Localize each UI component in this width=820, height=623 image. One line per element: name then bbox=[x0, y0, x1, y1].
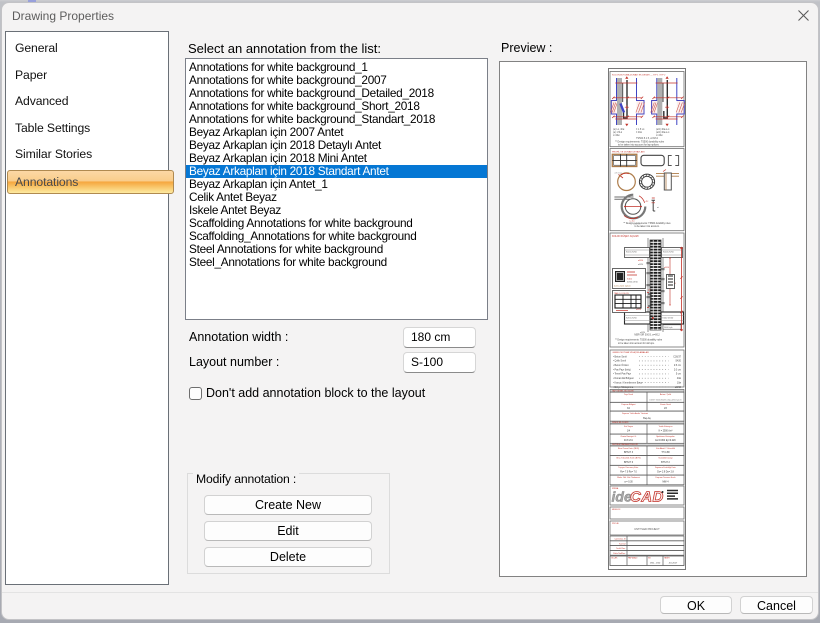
svg-text:C30/37 S420 (B420C) fyk=4200 k: C30/37 S420 (B420C) fyk=4200 kg/cm² bbox=[649, 399, 682, 402]
svg-text:C30/37: C30/37 bbox=[673, 355, 681, 358]
svg-text:to be taken into account for l: to be taken into account for lap splices… bbox=[618, 144, 660, 147]
svg-text:NERVÜR 500/3, ø=8/12: NERVÜR 500/3, ø=8/12 bbox=[634, 334, 660, 337]
svg-text:• Etriye Sıklaştırma: • Etriye Sıklaştırma bbox=[613, 386, 634, 389]
svg-text:** Design requirements: TS500: ** Design requirements: TS500 durability… bbox=[623, 222, 671, 225]
svg-text:Çizen/Çiz. B: Çizen/Çiz. B bbox=[614, 539, 626, 541]
svg-text:ø8/10: ø8/10 bbox=[664, 267, 670, 269]
svg-text:• Kanca / Kenetlenme Boyu: • Kanca / Kenetlenme Boyu bbox=[613, 381, 643, 384]
svg-text:• Temel Pas Payı: • Temel Pas Payı bbox=[613, 373, 631, 376]
svg-text:Zemin Sınıfı: Zemin Sınıfı bbox=[660, 404, 671, 406]
svg-text:MÜELLİF: MÜELLİF bbox=[612, 508, 621, 511]
svg-text:CAD: CAD bbox=[630, 489, 664, 506]
svg-text:Tarih/ Rev.: Tarih/ Rev. bbox=[616, 548, 626, 550]
svg-text:Deprem Tasarım Sınıfı: Deprem Tasarım Sınıfı bbox=[656, 477, 676, 479]
svg-text:BHS H 6: BHS H 6 bbox=[624, 462, 634, 464]
svg-text:Dx= 2.9 Dy= 2.8: Dx= 2.9 Dy= 2.8 bbox=[657, 472, 674, 474]
svg-text:S101: S101 bbox=[627, 279, 633, 281]
svg-text:30/60 ø8/10: 30/60 ø8/10 bbox=[627, 282, 639, 284]
svg-text:to be taken into account for s: to be taken into account for stirrups. bbox=[618, 342, 655, 345]
svg-text:(a/2) 40ø+Lü: (a/2) 40ø+Lü bbox=[656, 132, 670, 134]
svg-text:Beton / Çelik: Beton / Çelik bbox=[660, 393, 671, 396]
svg-text:4.6.2017: 4.6.2017 bbox=[669, 562, 678, 564]
svg-text:• Beton Sınıfı: • Beton Sınıfı bbox=[613, 355, 627, 358]
svg-text:5 cm: 5 cm bbox=[676, 373, 681, 376]
svg-text:TARİH: TARİH bbox=[664, 557, 670, 560]
svg-text:30/60 tipik: 30/60 tipik bbox=[664, 326, 673, 329]
svg-text:BTS H 2: BTS H 2 bbox=[661, 462, 670, 464]
svg-text:MW 4: MW 4 bbox=[663, 481, 670, 483]
svg-text:45°: 45° bbox=[646, 201, 649, 203]
svg-text:PROFİL VE DONATI DETAYLARI: PROFİL VE DONATI DETAYLARI bbox=[612, 150, 645, 153]
svg-text:K = 2500 t/m³: K = 2500 t/m³ bbox=[659, 429, 673, 432]
svg-text:Beş-Aş: Beş-Aş bbox=[643, 417, 651, 420]
svg-text:Bina Yükseklik Sınıfı (BYS): Bina Yükseklik Sınıfı (BYS) bbox=[616, 458, 640, 460]
svg-text:4ø16+2ø14 toplam: 4ø16+2ø14 toplam bbox=[614, 285, 631, 288]
svg-text:Zemin Emniyet G.: Zemin Emniyet G. bbox=[620, 435, 636, 438]
svg-text:1/50 - 1/50: 1/50 - 1/50 bbox=[650, 562, 661, 564]
svg-text:to be taken into account.: to be taken into account. bbox=[634, 225, 659, 228]
svg-text:ø8/10: ø8/10 bbox=[636, 309, 642, 311]
svg-text:40ø: 40ø bbox=[677, 377, 682, 380]
svg-text:TABLO: KOLON: TABLO: KOLON bbox=[614, 292, 629, 295]
svg-text:** Design requirements: TS500: ** Design requirements: TS500 durability… bbox=[615, 339, 663, 342]
svg-text:Bina Önem Kats. (BKS): Bina Önem Kats. (BKS) bbox=[618, 447, 639, 450]
svg-text:Kat Adedi / Yükseklik: Kat Adedi / Yükseklik bbox=[656, 447, 675, 450]
svg-text:Pafta No/Rev.: Pafta No/Rev. bbox=[613, 552, 626, 555]
svg-text:Yapı Sınıfı: Yapı Sınıfı bbox=[624, 394, 634, 396]
svg-text:10ø: 10ø bbox=[677, 381, 682, 384]
svg-text:PAFTA ADI: PAFTA ADI bbox=[628, 557, 638, 560]
svg-text:(a/2) 40ø+Lü: (a/2) 40ø+Lü bbox=[656, 129, 670, 131]
svg-text:40.8 t/m²: 40.8 t/m² bbox=[624, 439, 633, 442]
svg-text:2.5 cm: 2.5 cm bbox=[674, 364, 681, 367]
svg-text:Deprem Yükü Analiz Yöntemi: Deprem Yükü Analiz Yöntemi bbox=[622, 412, 648, 415]
svg-text:KOLON DÜŞEY AÇILIMI: KOLON DÜŞEY AÇILIMI bbox=[612, 235, 639, 238]
svg-text:Dayanım Fazlalığı Kats.: Dayanım Fazlalığı Kats. bbox=[655, 466, 677, 469]
svg-text:± 1.5 Lü: ± 1.5 Lü bbox=[636, 129, 645, 131]
svg-text:Maks. Rel. Kat Ötelemesi: Maks. Rel. Kat Ötelemesi bbox=[617, 476, 640, 479]
svg-text:S420: S420 bbox=[675, 360, 681, 363]
svg-text:• Pas Payı (kiriş): • Pas Payı (kiriş) bbox=[613, 368, 631, 371]
svg-text:K101 25/50: K101 25/50 bbox=[626, 252, 637, 254]
svg-text:Kontrol: Kontrol bbox=[619, 542, 626, 545]
svg-text:BHS H 3: BHS H 3 bbox=[624, 452, 634, 454]
svg-text:(a) 1.5Lü: (a) 1.5Lü bbox=[613, 132, 623, 134]
svg-text:• Beton Örtüsü: • Beton Örtüsü bbox=[613, 364, 629, 367]
svg-text:ø8/20: ø8/20 bbox=[638, 264, 644, 266]
svg-text:UNTITLED PROJECT: UNTITLED PROJECT bbox=[634, 527, 660, 531]
svg-text:K202 25/50: K202 25/50 bbox=[663, 318, 674, 320]
svg-text:• Çelik Sınıfı: • Çelik Sınıfı bbox=[613, 360, 626, 363]
svg-text:GENEL NOTLAR VE AÇIKLAMALAR: GENEL NOTLAR VE AÇIKLAMALAR bbox=[613, 351, 650, 354]
svg-text:2.0 cm: 2.0 cm bbox=[674, 368, 681, 371]
svg-text:ÖLÇEK: ÖLÇEK bbox=[611, 557, 618, 560]
svg-text:(a) Lü, 40ø: (a) Lü, 40ø bbox=[613, 129, 625, 131]
svg-text:KOLON BOYUNA DONATI EK DETAYI: KOLON BOYUNA DONATI EK DETAYI — TIP 1 / … bbox=[612, 74, 666, 77]
svg-text:Deprem Bölgesi: Deprem Bölgesi bbox=[621, 404, 636, 406]
svg-text:Taşıyıcı Davranış Kats.: Taşıyıcı Davranış Kats. bbox=[618, 466, 639, 469]
svg-text:Yatak Katsayısı: Yatak Katsayısı bbox=[659, 425, 673, 428]
svg-text:a = 0.30: a = 0.30 bbox=[624, 481, 633, 483]
svg-text:ø8/10: ø8/10 bbox=[638, 260, 644, 262]
svg-text:TS500 8.1.5, ø=8/12: TS500 8.1.5, ø=8/12 bbox=[636, 137, 659, 140]
svg-text:Spektrum Katsayıları: Spektrum Katsayıları bbox=[656, 435, 675, 438]
svg-text:PROJE: PROJE bbox=[612, 523, 619, 525]
svg-text:Rx= 7.0 Ry= 7.0: Rx= 7.0 Ry= 7.0 bbox=[620, 472, 637, 474]
svg-text:K102 25/50: K102 25/50 bbox=[663, 252, 674, 254]
svg-text:• Donatı Ek Bölgesi: • Donatı Ek Bölgesi bbox=[613, 377, 634, 380]
svg-text:TH 4.88: TH 4.88 bbox=[661, 452, 670, 454]
svg-text:L=40ø: L=40ø bbox=[613, 135, 620, 137]
svg-text:ø8/10: ø8/10 bbox=[675, 386, 682, 389]
svg-text:Süneklik Düzeyi: Süneklik Düzeyi bbox=[658, 458, 673, 460]
svg-text:ide: ide bbox=[612, 489, 632, 505]
svg-text:Kat Sayısı: Kat Sayısı bbox=[624, 425, 634, 428]
svg-text:± 40ø: ± 40ø bbox=[636, 132, 642, 134]
svg-text:Ex=0.804 Ey=0.229: Ex=0.804 Ey=0.229 bbox=[655, 440, 676, 442]
svg-text:K201 25/50: K201 25/50 bbox=[626, 318, 637, 320]
